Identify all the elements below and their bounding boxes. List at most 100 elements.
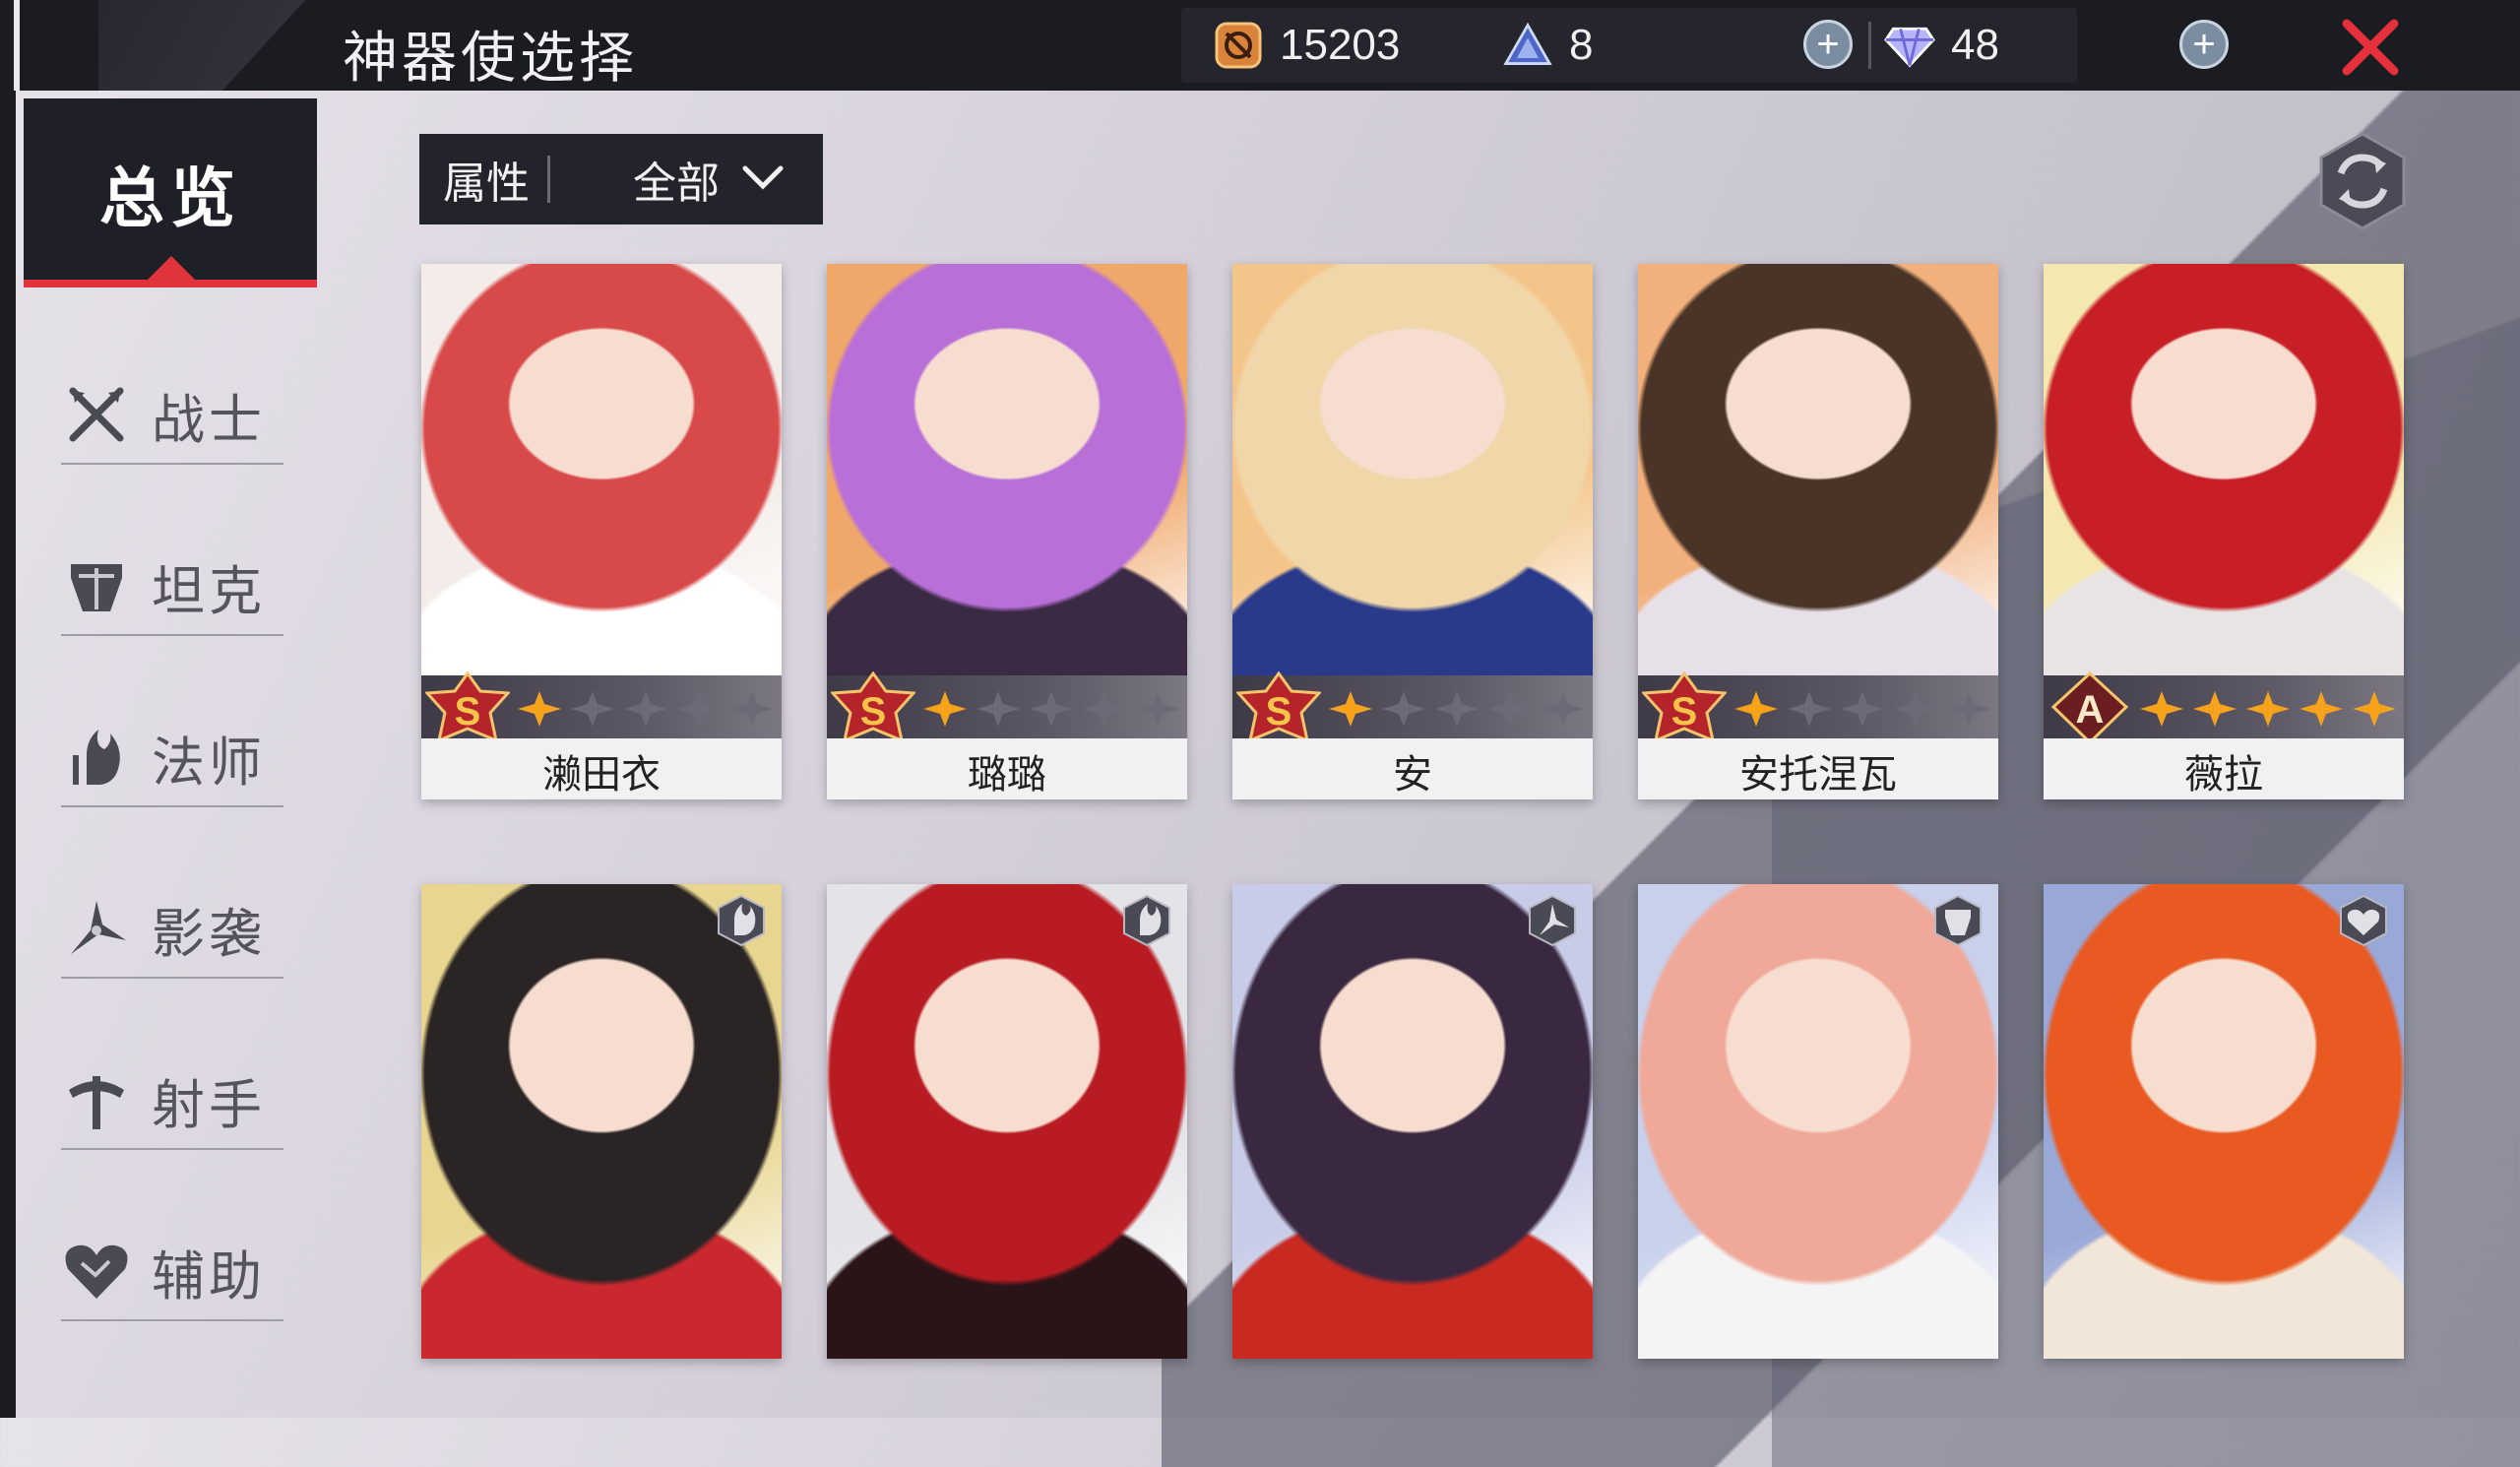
star-empty-icon — [730, 691, 774, 727]
star-rating — [921, 689, 1181, 729]
star-filled-icon — [2140, 691, 2183, 727]
refresh-button[interactable] — [2315, 130, 2410, 232]
top-bar: 神器使选择 15203 8 + 48 + — [0, 0, 2520, 91]
character-portrait — [1638, 884, 1998, 1359]
rarity-bar: A — [2044, 671, 2404, 744]
star-empty-icon — [1030, 691, 1073, 727]
star-filled-icon — [923, 691, 967, 727]
sidebar-item-support[interactable]: 辅助 — [61, 1223, 284, 1321]
character-card[interactable]: S 濑田衣 — [421, 264, 782, 799]
summon-ticket-icon — [1502, 20, 1553, 71]
active-indicator-arrow — [146, 256, 197, 282]
sidebar-item-label: 辅助 — [152, 1246, 266, 1307]
add-tickets-button[interactable]: + — [1803, 20, 1853, 69]
heart-icon — [61, 1236, 132, 1307]
star-filled-icon — [2353, 691, 2396, 727]
character-card[interactable]: S 璐璐 — [827, 264, 1187, 799]
character-portrait — [827, 264, 1187, 675]
sidebar-item-label: 总览 — [99, 161, 241, 234]
window-edge — [14, 0, 20, 91]
star-empty-icon — [1894, 691, 1937, 727]
star-empty-icon — [1488, 691, 1532, 727]
character-card[interactable] — [1232, 884, 1593, 1359]
rank-s-badge: S — [1642, 671, 1727, 743]
flame-staff-icon — [718, 894, 765, 947]
character-name: 安 — [1232, 738, 1593, 799]
crossed-swords-icon — [61, 379, 132, 450]
refresh-icon — [2319, 132, 2406, 230]
star-empty-icon — [1947, 691, 1990, 727]
diamond-counter: 48 — [1884, 12, 1999, 79]
gold-counter: 15203 — [1213, 12, 1400, 79]
star-filled-icon — [518, 691, 561, 727]
svg-text:A: A — [2076, 688, 2105, 732]
character-portrait — [1232, 884, 1593, 1359]
page-title: 神器使选择 — [343, 27, 638, 89]
star-empty-icon — [624, 691, 667, 727]
star-filled-icon — [2300, 691, 2343, 727]
sidebar-item-assassin[interactable]: 影袭 — [61, 880, 284, 979]
star-empty-icon — [1083, 691, 1126, 727]
ticket-amount: 8 — [1569, 21, 1594, 69]
star-empty-icon — [1382, 691, 1425, 727]
character-card[interactable] — [1638, 884, 1998, 1359]
rank-s-badge: S — [425, 671, 510, 743]
sidebar-item-mage[interactable]: 法师 — [61, 709, 284, 807]
filter-separator — [547, 156, 550, 203]
sidebar-item-overview[interactable]: 总览 — [24, 98, 317, 287]
star-filled-icon — [1734, 691, 1778, 727]
character-card[interactable]: A 薇拉 — [2044, 264, 2404, 799]
rank-s-badge: S — [831, 671, 915, 743]
character-portrait — [421, 884, 782, 1359]
attribute-filter-dropdown[interactable]: 属性 全部 — [419, 134, 823, 224]
star-rating — [516, 689, 776, 729]
character-card[interactable] — [2044, 884, 2404, 1359]
sidebar-item-warrior[interactable]: 战士 — [61, 366, 284, 465]
star-empty-icon — [1788, 691, 1831, 727]
title-decoration — [98, 0, 305, 91]
character-name: 璐璐 — [827, 738, 1187, 799]
character-portrait — [1232, 264, 1593, 675]
star-empty-icon — [1542, 691, 1585, 727]
sidebar-item-label: 坦克 — [152, 561, 266, 621]
close-icon — [2342, 19, 2399, 76]
gold-amount: 15203 — [1280, 21, 1401, 69]
sidebar-item-marksman[interactable]: 射手 — [61, 1052, 284, 1150]
rarity-bar: S — [1232, 671, 1593, 743]
star-filled-icon — [2246, 691, 2290, 727]
character-card[interactable]: S 安 — [1232, 264, 1593, 799]
character-portrait — [421, 264, 782, 675]
sidebar-item-label: 影袭 — [152, 904, 266, 964]
character-card[interactable] — [827, 884, 1187, 1359]
character-portrait — [1638, 264, 1998, 675]
character-name: 安托涅瓦 — [1638, 738, 1998, 799]
character-name: 薇拉 — [2044, 738, 2404, 799]
chevron-down-icon — [741, 162, 785, 197]
armor-icon — [1934, 894, 1982, 947]
character-portrait — [2044, 884, 2404, 1359]
character-card[interactable] — [421, 884, 782, 1359]
sidebar-item-tank[interactable]: 坦克 — [61, 538, 284, 636]
star-empty-icon — [1136, 691, 1179, 727]
shuriken-icon — [1529, 894, 1576, 947]
svg-text:S: S — [1671, 690, 1698, 734]
star-empty-icon — [1841, 691, 1884, 727]
flame-staff-icon — [1123, 894, 1170, 947]
svg-text:S: S — [1266, 690, 1292, 734]
diamond-amount: 48 — [1951, 21, 1999, 69]
flame-staff-icon — [61, 722, 132, 793]
star-filled-icon — [2193, 691, 2236, 727]
diamond-icon — [1884, 20, 1935, 71]
star-empty-icon — [571, 691, 614, 727]
svg-text:S: S — [860, 690, 887, 734]
gold-coin-icon — [1213, 20, 1264, 71]
rarity-bar: S — [827, 671, 1187, 743]
add-diamonds-button[interactable]: + — [2179, 20, 2229, 69]
crossbow-icon — [61, 1064, 132, 1135]
close-button[interactable] — [2341, 18, 2400, 77]
heart-icon — [2340, 894, 2387, 947]
character-card[interactable]: S 安托涅瓦 — [1638, 264, 1998, 799]
rank-a-badge: A — [2050, 671, 2129, 744]
sidebar-item-label: 战士 — [152, 390, 266, 450]
star-rating — [2138, 689, 2398, 729]
